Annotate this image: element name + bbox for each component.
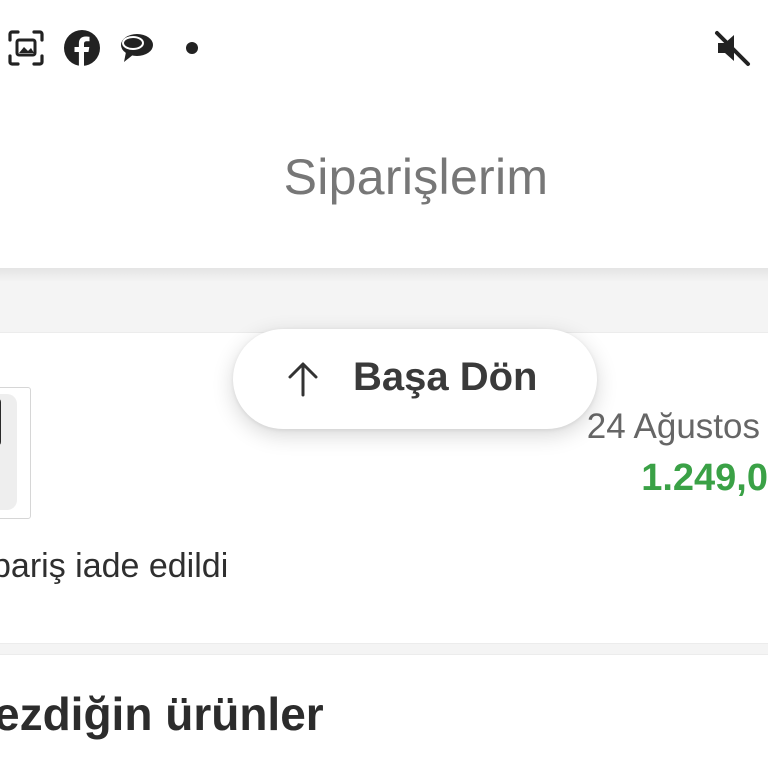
back-to-top-label: Başa Dön <box>353 355 538 399</box>
phone-image <box>0 394 17 510</box>
arrow-up-icon <box>283 359 323 399</box>
back-to-top-button[interactable]: Başa Dön <box>233 329 597 429</box>
header-divider <box>0 268 768 282</box>
header: Siparişlerim <box>0 96 768 268</box>
product-thumbnail[interactable] <box>0 387 31 519</box>
phone-screen <box>0 398 1 446</box>
status-bar <box>0 0 768 96</box>
screenshot-icon <box>6 28 46 68</box>
facebook-icon <box>62 28 102 68</box>
page-title: Siparişlerim <box>283 149 549 205</box>
mute-icon <box>712 28 752 68</box>
order-price: 1.249,0 <box>641 457 768 499</box>
order-date: 24 Ağustos <box>586 407 760 446</box>
viewed-products-section: ezdiğin ürünler <box>0 654 768 769</box>
order-status: pariş iade edildi <box>0 547 229 585</box>
notification-dot-icon <box>172 28 212 68</box>
chat-bubbles-icon <box>116 28 156 68</box>
section-title: ezdiğin ürünler <box>0 688 324 740</box>
